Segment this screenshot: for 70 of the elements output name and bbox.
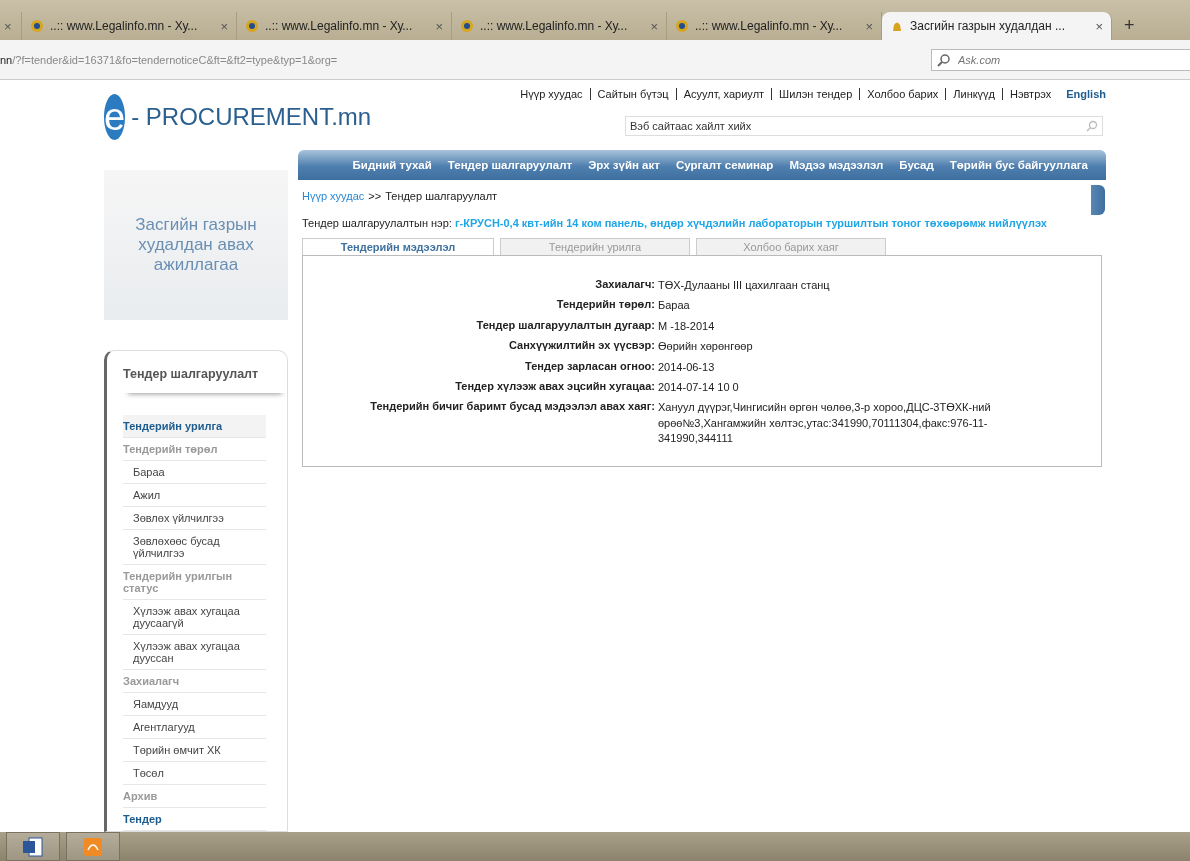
top-link[interactable]: Нэвтрэх <box>1001 88 1052 100</box>
nav-link[interactable]: Эрх зүйн акт <box>588 159 660 171</box>
top-link[interactable]: Шилэн тендер <box>771 88 853 100</box>
top-link[interactable]: Асуулт, хариулт <box>675 88 765 100</box>
detail-value: Бараа <box>657 298 691 314</box>
sidebar-item[interactable]: Агентлагууд <box>123 716 266 739</box>
detail-label: Захиалагч: <box>594 277 655 292</box>
close-tab-button[interactable]: × <box>4 18 12 34</box>
sidebar-item[interactable]: Ажил <box>123 484 266 507</box>
language-link[interactable]: English <box>1066 88 1106 100</box>
browser-search-field[interactable]: Ask.com <box>931 48 1190 71</box>
banner-text: Засгийн газрын худалдан авах ажиллагаа <box>104 170 288 320</box>
top-link[interactable]: Сайтын бүтэц <box>589 88 669 100</box>
sidebar-item[interactable]: Тендер <box>123 808 266 831</box>
sidebar-title: Тендер шалгаруулалт <box>123 351 287 393</box>
nav-link[interactable]: Бусад <box>899 159 934 171</box>
nav-link[interactable]: Төрийн бус байгууллага <box>949 159 1088 171</box>
detail-label: Тендерийн бичиг баримт бусад мэдээлэл авах хаяг: <box>369 400 655 415</box>
sidebar-item[interactable]: Тендерийн урилга <box>123 415 266 438</box>
nav-link[interactable]: Сургалт семинар <box>675 159 774 171</box>
close-tab-button[interactable]: × <box>650 18 658 34</box>
top-link[interactable]: Холбоо барих <box>859 88 939 100</box>
breadcrumb-current: Тендер шалгаруулалт <box>385 190 498 202</box>
detail-value: 2014-06-13 <box>657 359 716 375</box>
close-tab-button[interactable]: × <box>220 18 228 34</box>
logo-letter: e <box>104 94 126 140</box>
emblem-icon <box>245 19 259 33</box>
breadcrumb-link[interactable]: Нүүр хуудас <box>302 190 365 202</box>
logo-text: - PROCUREMENT.mn <box>131 103 372 131</box>
sidebar-item[interactable]: Хүлээж авах хугацаа дууссан <box>123 635 266 670</box>
site-search-field[interactable]: Вэб сайтаас хайлт хийх <box>625 116 1103 136</box>
sidebar-item[interactable]: Хүлээж авах хугацаа дуусаагүй <box>123 600 266 635</box>
top-link[interactable]: Линкүүд <box>945 88 995 100</box>
document-icon <box>22 835 44 858</box>
pdf-file-icon <box>82 835 104 858</box>
tender-name: Тендер шалгаруулалтын нэр: г-КРУСН-0,4 квт-ийн 14 ком панель, өндөр хүчдэлийн лабораторын туршилтын тоног төхөөрөмж нийлүүлэх <box>301 216 1047 231</box>
sidebar-item[interactable]: Төрийн өмчит ХК <box>123 739 266 762</box>
sidebar-item[interactable]: Бараа <box>123 461 266 484</box>
nav-bar-edge <box>1091 185 1105 215</box>
top-link[interactable]: Нүүр хуудас <box>520 88 583 100</box>
detail-label: Тендерийн төрөл: <box>555 298 655 313</box>
detail-label: Тендер зарласан огноо: <box>524 359 655 374</box>
emblem-icon <box>675 19 689 33</box>
nav-link[interactable]: Бидний тухай <box>352 159 432 171</box>
close-tab-button[interactable]: × <box>865 18 873 34</box>
detail-value: Хануул дүүрэг,Чингисийн өргөн чөлөө,3-р хороо,ДЦС-3ТӨХК-ний өрөө№3,Хангамжийн хөлтэс,утас:341990,70111304,факс:976-11-341990,344111 <box>657 400 992 447</box>
sidebar-item[interactable]: Төсөл <box>123 762 266 785</box>
taskbar-button[interactable] <box>6 832 60 861</box>
breadcrumb-separator: >> <box>368 190 382 202</box>
sidebar-item[interactable]: Зөвлөхөөс бусад үйлчилгээ <box>123 530 266 565</box>
detail-label: Тендер шалгаруулалтын дугаар: <box>475 318 655 333</box>
close-tab-button[interactable]: × <box>1095 18 1103 34</box>
detail-label: Санхүүжилтийн эх үүсвэр: <box>507 339 655 354</box>
nav-link[interactable]: Тендер шалгаруулалт <box>447 159 573 171</box>
close-tab-button[interactable]: × <box>435 18 443 34</box>
browser-tab[interactable]: Засгийн газрын худалдан ... × <box>882 12 1112 40</box>
emblem-icon <box>30 19 44 33</box>
search-icon[interactable] <box>1086 120 1098 132</box>
sidebar-item[interactable]: Яамдууд <box>123 693 266 716</box>
address-bar[interactable]: nn/?f=tender&id=16371&fo=tendernoticeC&ft=&ft2=type&typ=1&org= <box>0 48 907 71</box>
detail-value: 2014-07-14 10 0 <box>657 379 740 395</box>
sidebar-item[interactable]: Зөвлөх үйлчилгээ <box>123 507 266 530</box>
nav-link[interactable]: Мэдээ мэдээлэл <box>789 159 884 171</box>
detail-label: Тендер хүлээж авах эцсийн хугацаа: <box>454 379 655 394</box>
emblem-icon <box>460 19 474 33</box>
detail-value: М -18-2014 <box>657 318 716 334</box>
content-tab[interactable]: Тендерийн мэдээлэл <box>302 237 494 256</box>
new-tab-button[interactable]: + <box>1124 15 1135 36</box>
detail-value: Өөрийн хөрөнгөөр <box>657 339 754 355</box>
detail-value: ТӨХ-Дулааны III цахилгаан станц <box>657 277 831 293</box>
